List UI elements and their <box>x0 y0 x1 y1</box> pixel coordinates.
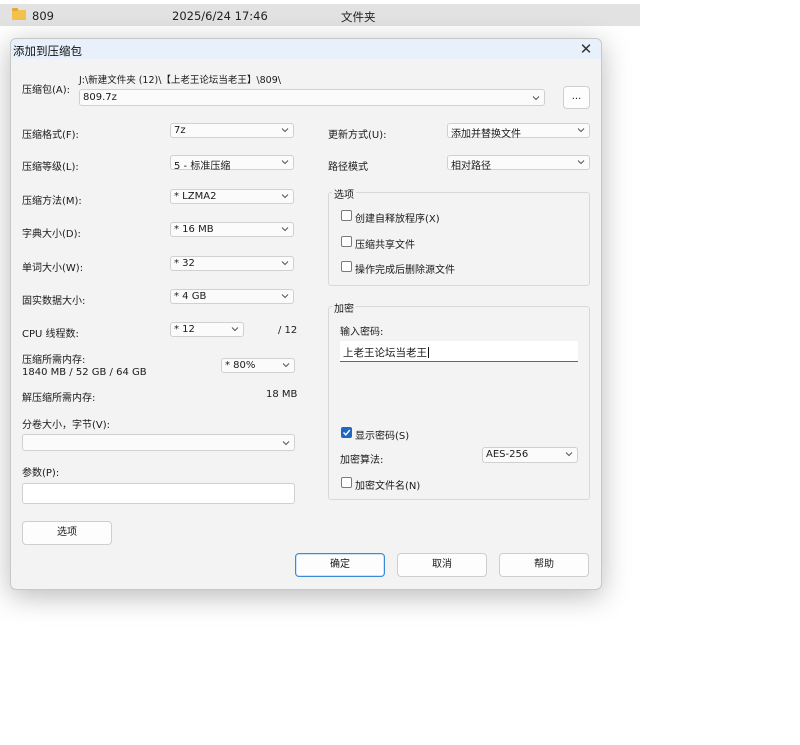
checkmark-icon <box>343 429 351 436</box>
cpu-combo[interactable]: * 12 <box>170 322 244 337</box>
explorer-folder-row[interactable]: 809 2025/6/24 17:46 文件夹 <box>0 4 640 26</box>
method-label: 压缩方法(M): <box>22 196 82 207</box>
split-combo[interactable] <box>22 434 295 451</box>
encryption-method-value: AES-256 <box>486 449 529 460</box>
chevron-down-icon <box>576 157 586 167</box>
cancel-button[interactable]: 取消 <box>397 553 487 577</box>
chevron-down-icon <box>281 360 291 370</box>
cpu-value: * 12 <box>174 324 195 335</box>
shared-files-label: 压缩共享文件 <box>355 240 415 251</box>
chevron-down-icon <box>280 291 290 301</box>
format-combo[interactable]: 7z <box>170 123 294 138</box>
solid-combo[interactable]: * 4 GB <box>170 289 294 304</box>
path-mode-value: 相对路径 <box>451 161 491 172</box>
folder-name: 809 <box>32 9 54 23</box>
chevron-down-icon <box>280 258 290 268</box>
browse-button[interactable]: ... <box>563 86 590 109</box>
chevron-down-icon <box>280 224 290 234</box>
chevron-down-icon <box>281 438 291 448</box>
folder-icon <box>12 8 26 20</box>
mem-compress-combo[interactable]: * 80% <box>221 358 295 373</box>
encryption-method-label: 加密算法: <box>340 455 384 466</box>
path-mode-combo[interactable]: 相对路径 <box>447 155 590 172</box>
level-combo[interactable]: 5 - 标准压缩 <box>170 155 294 172</box>
encryption-method-combo[interactable]: AES-256 <box>482 447 578 463</box>
show-password-label: 显示密码(S) <box>355 431 410 442</box>
mem-decompress-value: 18 MB <box>266 389 298 400</box>
delete-after-checkbox[interactable] <box>341 261 352 272</box>
word-value: * 32 <box>174 258 195 269</box>
update-combo[interactable]: 添加并替换文件 <box>447 123 590 140</box>
archive-name-combo[interactable]: 809.7z <box>79 89 545 106</box>
format-label: 压缩格式(F): <box>22 130 79 141</box>
options-button[interactable]: 选项 <box>22 521 112 545</box>
dict-value: * 16 MB <box>174 224 214 235</box>
chevron-down-icon <box>576 125 586 135</box>
params-label: 参数(P): <box>22 468 60 479</box>
archive-path: J:\新建文件夹 (12)\【上老王论坛当老王】\809\ <box>79 75 281 86</box>
dialog-titlebar: 添加到压缩包 ✕ <box>11 39 601 59</box>
delete-after-label: 操作完成后删除源文件 <box>355 265 455 276</box>
word-combo[interactable]: * 32 <box>170 256 294 271</box>
sfx-label: 创建自释放程序(X) <box>355 214 440 225</box>
mem-compress-value: * 80% <box>225 360 256 371</box>
text-caret <box>428 347 429 358</box>
encrypt-names-checkbox[interactable] <box>341 477 352 488</box>
method-value: * LZMA2 <box>174 191 217 202</box>
shared-files-checkbox[interactable] <box>341 236 352 247</box>
chevron-down-icon <box>280 125 290 135</box>
format-value: 7z <box>174 125 186 136</box>
split-label: 分卷大小，字节(V): <box>22 420 111 431</box>
show-password-checkbox[interactable] <box>341 427 352 438</box>
level-value: 5 - 标准压缩 <box>174 161 231 172</box>
cpu-label: CPU 线程数: <box>22 329 79 340</box>
params-input[interactable] <box>22 483 295 504</box>
dialog-title: 添加到压缩包 <box>13 44 82 58</box>
method-combo[interactable]: * LZMA2 <box>170 189 294 204</box>
password-value: 上老王论坛当老王 <box>343 347 429 359</box>
level-label: 压缩等级(L): <box>22 162 79 173</box>
help-button[interactable]: 帮助 <box>499 553 589 577</box>
encryption-group-title: 加密 <box>332 300 356 315</box>
word-label: 单词大小(W): <box>22 263 84 274</box>
sfx-checkbox[interactable] <box>341 210 352 221</box>
update-label: 更新方式(U): <box>328 130 387 141</box>
dict-label: 字典大小(D): <box>22 229 81 240</box>
update-value: 添加并替换文件 <box>451 129 521 140</box>
solid-label: 固实数据大小: <box>22 296 86 307</box>
chevron-down-icon <box>280 157 290 167</box>
options-group-title: 选项 <box>332 186 356 201</box>
chevron-down-icon <box>280 191 290 201</box>
solid-value: * 4 GB <box>174 291 207 302</box>
archive-label: 压缩包(A): <box>22 85 71 96</box>
folder-type: 文件夹 <box>341 10 376 24</box>
mem-decompress-label: 解压缩所需内存: <box>22 393 96 404</box>
close-icon[interactable]: ✕ <box>577 41 595 57</box>
add-to-archive-dialog: 添加到压缩包 ✕ 压缩包(A): J:\新建文件夹 (12)\【上老王论坛当老王… <box>10 38 602 590</box>
password-input[interactable]: 上老王论坛当老王 <box>340 341 578 362</box>
dict-combo[interactable]: * 16 MB <box>170 222 294 237</box>
password-label: 输入密码: <box>340 327 384 338</box>
cpu-total: / 12 <box>278 325 298 336</box>
encrypt-names-label: 加密文件名(N) <box>355 481 421 492</box>
mem-compress-detail: 1840 MB / 52 GB / 64 GB <box>22 367 147 378</box>
folder-date: 2025/6/24 17:46 <box>172 9 268 23</box>
chevron-down-icon <box>531 93 541 103</box>
mem-compress-label: 压缩所需内存: <box>22 355 86 366</box>
path-mode-label: 路径模式 <box>328 162 368 173</box>
chevron-down-icon <box>230 324 240 334</box>
chevron-down-icon <box>564 449 574 459</box>
archive-name-value: 809.7z <box>83 92 117 103</box>
ok-button[interactable]: 确定 <box>295 553 385 577</box>
